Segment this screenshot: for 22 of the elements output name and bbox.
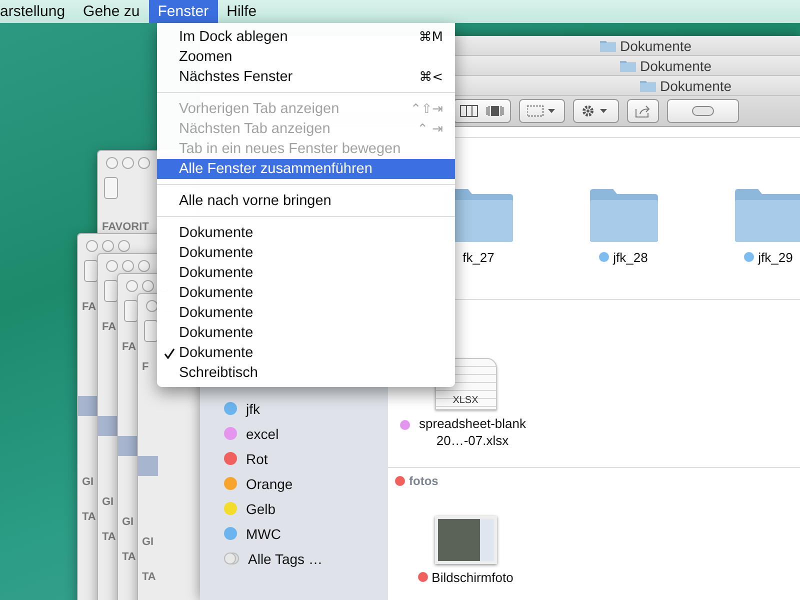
group-header: fotos — [409, 474, 438, 488]
sidebar-heading: TA — [142, 571, 156, 583]
window-title: Dokumente — [660, 78, 732, 94]
sidebar-heading: TA — [102, 531, 116, 543]
sidebar-heading: FAVORIT — [102, 221, 149, 233]
keyboard-shortcut: ⌘M — [418, 30, 443, 44]
sidebar-heading: F — [142, 361, 149, 373]
sidebar-heading: TA — [122, 551, 136, 563]
sidebar-heading: GI — [122, 516, 134, 528]
sidebar-heading: GI — [82, 476, 94, 488]
sidebar-heading: FA — [82, 301, 96, 313]
window-title: Dokumente — [620, 38, 692, 54]
keyboard-shortcut: ⌘< — [419, 70, 443, 84]
keyboard-shortcut: ⌃ ⇥ — [417, 122, 443, 136]
sidebar-heading: FA — [122, 341, 136, 353]
sidebar-heading: GI — [142, 536, 154, 548]
file-type-label: XLSX — [452, 395, 478, 408]
window-title: Dokumente — [640, 58, 712, 74]
sidebar-heading: TA — [82, 511, 96, 523]
sidebar-heading: GI — [102, 496, 114, 508]
sidebar-heading: FA — [102, 321, 116, 333]
keyboard-shortcut: ⌃⇧⇥ — [410, 102, 443, 116]
